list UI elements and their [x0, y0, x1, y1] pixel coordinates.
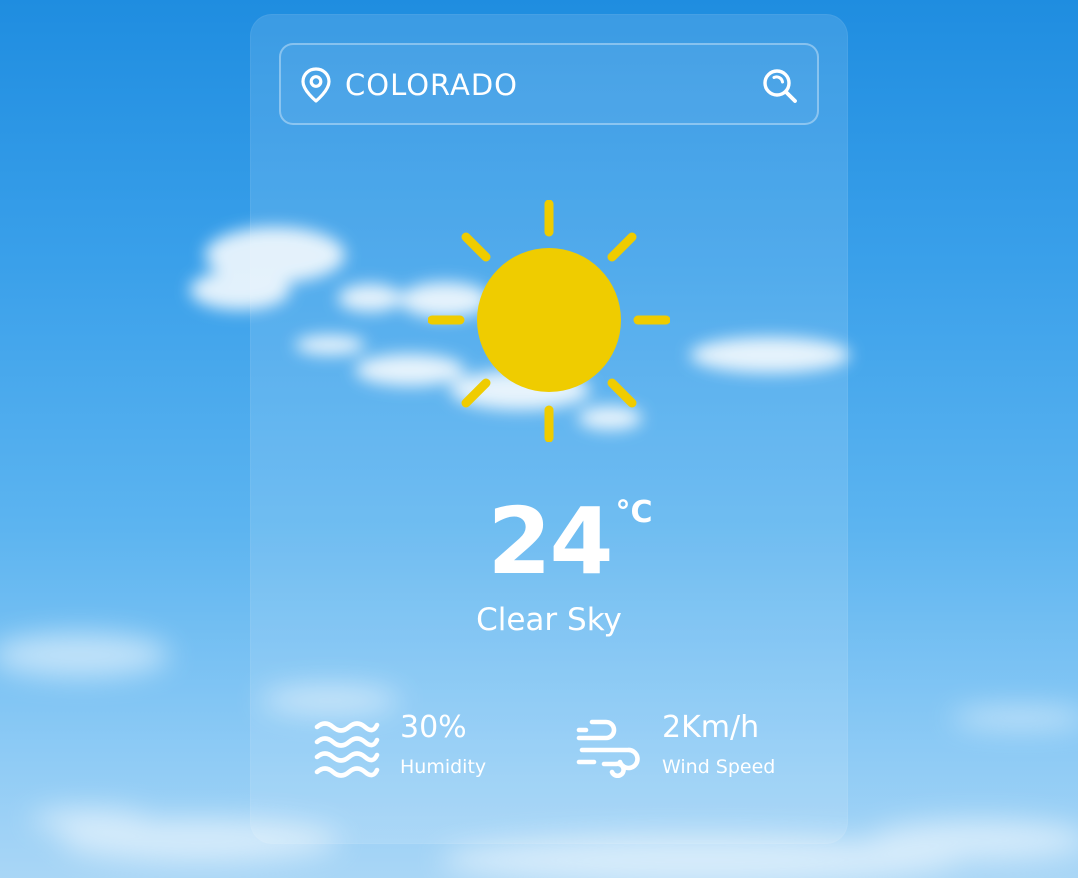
wind-speed-label: Wind Speed [662, 756, 776, 778]
humidity-value: 30% [400, 710, 467, 745]
wind-icon [576, 719, 640, 778]
temperature: 24 °C [250, 494, 848, 590]
weather-card: 24°C Clear Sky 30% Humidity 2Km/h Wind [250, 14, 848, 844]
weather-condition: Clear Sky [476, 602, 622, 638]
search-bar [279, 43, 819, 125]
location-input[interactable] [345, 63, 745, 107]
temperature-value: 24 [487, 488, 613, 595]
waves-icon [314, 721, 380, 778]
search-icon[interactable] [761, 67, 799, 105]
sun-icon [428, 200, 670, 442]
wind-speed-value: 2Km/h [662, 710, 760, 745]
map-pin-icon [301, 67, 331, 103]
humidity-stat: 30% Humidity [314, 710, 554, 790]
humidity-label: Humidity [400, 756, 487, 778]
temperature-unit: °C [615, 495, 653, 530]
wind-stat: 2Km/h Wind Speed [576, 710, 836, 790]
